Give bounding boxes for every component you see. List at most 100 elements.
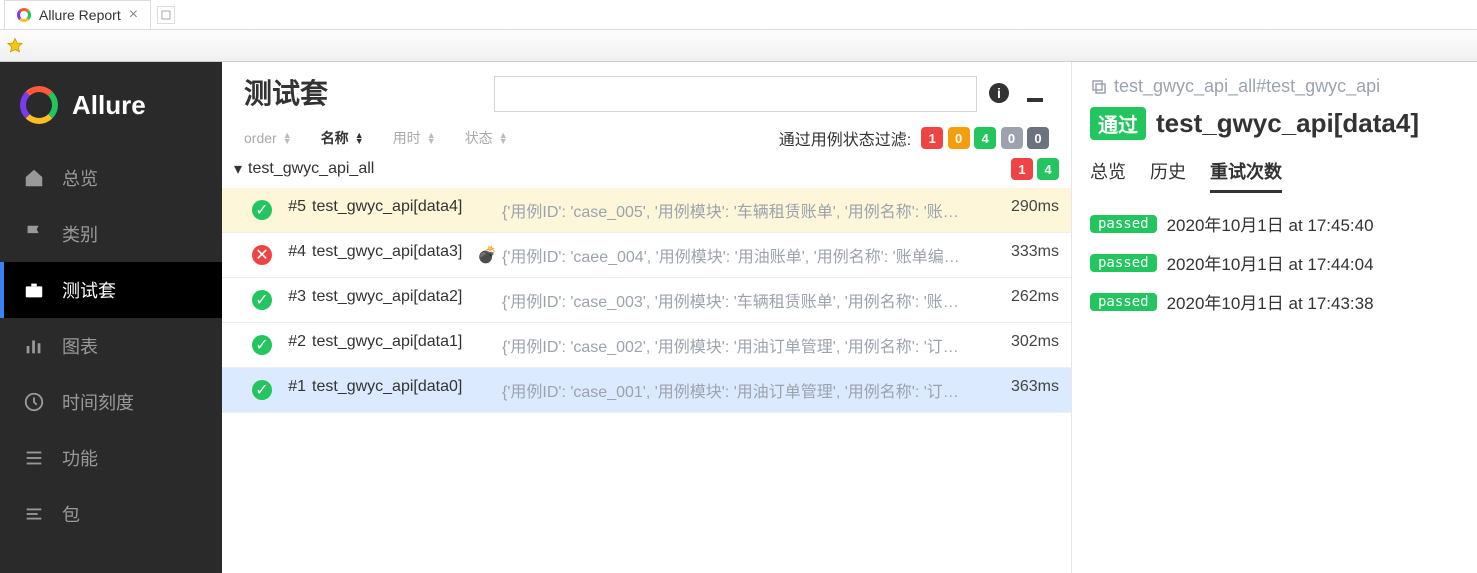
- sidebar-item-label: 测试套: [62, 277, 116, 303]
- brand-text: Allure: [72, 90, 146, 121]
- logo[interactable]: Allure: [0, 62, 222, 150]
- test-duration: 363ms: [999, 378, 1059, 402]
- sidebar-item-timeline[interactable]: 时间刻度: [0, 374, 222, 430]
- test-order: #3: [278, 288, 306, 312]
- breadcrumb-text: test_gwyc_api_all#test_gwyc_api: [1114, 76, 1380, 97]
- sidebar-item-overview[interactable]: 总览: [0, 150, 222, 206]
- retry-status-badge: passed: [1090, 293, 1157, 311]
- filter-badge[interactable]: 4: [974, 127, 996, 149]
- detail-panel: test_gwyc_api_all#test_gwyc_api 通过 test_…: [1072, 62, 1477, 573]
- allure-logo-icon: [20, 86, 58, 124]
- briefcase-icon: [22, 278, 46, 302]
- test-name: test_gwyc_api[data4]: [312, 198, 472, 222]
- check-icon: ✓: [252, 200, 272, 220]
- sort-icon: ▲▼: [355, 132, 365, 144]
- sidebar-item-label: 类别: [62, 221, 98, 247]
- bomb-icon: 💣: [477, 245, 497, 265]
- tab-retries[interactable]: 重试次数: [1210, 158, 1282, 193]
- test-duration: 333ms: [999, 243, 1059, 267]
- test-params: {'用例ID': 'case_001', '用例模块': '用油订单管理', '…: [502, 378, 993, 402]
- retry-entry[interactable]: passed 2020年10月1日 at 17:43:38: [1090, 289, 1459, 314]
- main: 测试套 i order▲▼ 名称▲▼ 用时▲▼ 状态▲▼ 通过用例状态过滤: 1…: [222, 62, 1477, 573]
- info-icon[interactable]: i: [987, 81, 1013, 107]
- test-row[interactable]: ✓ #1 test_gwyc_api[data0] {'用例ID': 'case…: [222, 368, 1071, 413]
- check-icon: ✓: [252, 335, 272, 355]
- sidebar-item-label: 包: [62, 501, 80, 527]
- test-params: {'用例ID': 'case_003', '用例模块': '车辆租赁账单', '…: [502, 288, 993, 312]
- breadcrumb[interactable]: test_gwyc_api_all#test_gwyc_api: [1090, 76, 1459, 97]
- sidebar: Allure 总览 类别 测试套 图表 时间刻度 功能 包: [0, 62, 222, 573]
- test-name: test_gwyc_api[data0]: [312, 378, 472, 402]
- sidebar-item-suites[interactable]: 测试套: [0, 262, 222, 318]
- col-order[interactable]: order▲▼: [244, 130, 293, 146]
- chart-icon: [22, 334, 46, 358]
- test-row[interactable]: ✓ #3 test_gwyc_api[data2] {'用例ID': 'case…: [222, 278, 1071, 323]
- sidebar-item-graph[interactable]: 图表: [0, 318, 222, 374]
- sidebar-item-packages[interactable]: 包: [0, 486, 222, 542]
- suite-panel: 测试套 i order▲▼ 名称▲▼ 用时▲▼ 状态▲▼ 通过用例状态过滤: 1…: [222, 62, 1072, 573]
- sort-icon: ▲▼: [427, 132, 437, 144]
- svg-text:i: i: [997, 85, 1001, 101]
- clock-icon: [22, 390, 46, 414]
- filter-label: 通过用例状态过滤:: [779, 126, 911, 150]
- sidebar-item-behaviors[interactable]: 功能: [0, 430, 222, 486]
- list-icon: [22, 446, 46, 470]
- bookmark-icon[interactable]: [6, 37, 24, 55]
- test-name: test_gwyc_api[data2]: [312, 288, 472, 312]
- check-icon: ✓: [252, 380, 272, 400]
- retry-entry[interactable]: passed 2020年10月1日 at 17:45:40: [1090, 211, 1459, 236]
- retry-entry[interactable]: passed 2020年10月1日 at 17:44:04: [1090, 250, 1459, 275]
- allure-favicon: [17, 8, 31, 22]
- col-status[interactable]: 状态▲▼: [465, 128, 509, 148]
- filter-badge[interactable]: 1: [921, 127, 943, 149]
- copy-icon: [1090, 78, 1108, 96]
- test-row[interactable]: ✓ #5 test_gwyc_api[data4] {'用例ID': 'case…: [222, 188, 1071, 233]
- test-order: #1: [278, 378, 306, 402]
- retry-timestamp: 2020年10月1日 at 17:44:04: [1167, 250, 1374, 275]
- new-tab-button[interactable]: [157, 6, 175, 24]
- test-name: test_gwyc_api[data1]: [312, 333, 472, 357]
- tab-overview[interactable]: 总览: [1090, 158, 1126, 193]
- search-input[interactable]: [494, 76, 977, 112]
- sidebar-item-categories[interactable]: 类别: [0, 206, 222, 262]
- test-order: #2: [278, 333, 306, 357]
- test-row[interactable]: ✓ #2 test_gwyc_api[data1] {'用例ID': 'case…: [222, 323, 1071, 368]
- home-icon: [22, 166, 46, 190]
- test-order: #5: [278, 198, 306, 222]
- col-duration[interactable]: 用时▲▼: [393, 128, 437, 148]
- package-icon: [22, 502, 46, 526]
- status-filter: 通过用例状态过滤: 1 0 4 0 0: [779, 126, 1049, 150]
- close-icon[interactable]: ×: [129, 6, 138, 24]
- filter-badge[interactable]: 0: [1027, 127, 1049, 149]
- test-params: {'用例ID': 'case_005', '用例模块': '车辆租赁账单', '…: [502, 198, 993, 222]
- page-title: 测试套: [244, 79, 484, 110]
- filter-badge[interactable]: 0: [1001, 127, 1023, 149]
- flag-icon: [22, 222, 46, 246]
- retry-status-badge: passed: [1090, 254, 1157, 272]
- test-duration: 302ms: [999, 333, 1059, 357]
- suite-badge: 4: [1037, 158, 1059, 180]
- suite-badge: 1: [1011, 158, 1033, 180]
- browser-tab[interactable]: Allure Report ×: [4, 0, 151, 30]
- sidebar-item-label: 功能: [62, 445, 98, 471]
- sort-icon: ▲▼: [499, 132, 509, 144]
- sidebar-item-label: 图表: [62, 333, 98, 359]
- download-icon[interactable]: [1023, 81, 1049, 107]
- test-name: test_gwyc_api[data3]: [312, 243, 472, 267]
- suite-header: 测试套 i: [222, 62, 1071, 126]
- test-order: #4: [278, 243, 306, 267]
- test-name: test_gwyc_api[data4]: [1156, 108, 1419, 139]
- retry-timestamp: 2020年10月1日 at 17:45:40: [1167, 211, 1374, 236]
- filter-badge[interactable]: 0: [948, 127, 970, 149]
- x-icon: ✕: [252, 245, 272, 265]
- retry-timestamp: 2020年10月1日 at 17:43:38: [1167, 289, 1374, 314]
- suite-row[interactable]: ▾ test_gwyc_api_all 1 4: [222, 150, 1071, 188]
- sort-icon: ▲▼: [283, 132, 293, 144]
- col-name[interactable]: 名称▲▼: [321, 128, 365, 148]
- detail-title: 通过 test_gwyc_api[data4]: [1090, 107, 1459, 140]
- test-params: {'用例ID': 'case_002', '用例模块': '用油订单管理', '…: [502, 333, 993, 357]
- sidebar-item-label: 时间刻度: [62, 389, 134, 415]
- tab-history[interactable]: 历史: [1150, 158, 1186, 193]
- test-duration: 290ms: [999, 198, 1059, 222]
- test-row[interactable]: ✕ #4 test_gwyc_api[data3] 💣 {'用例ID': 'ca…: [222, 233, 1071, 278]
